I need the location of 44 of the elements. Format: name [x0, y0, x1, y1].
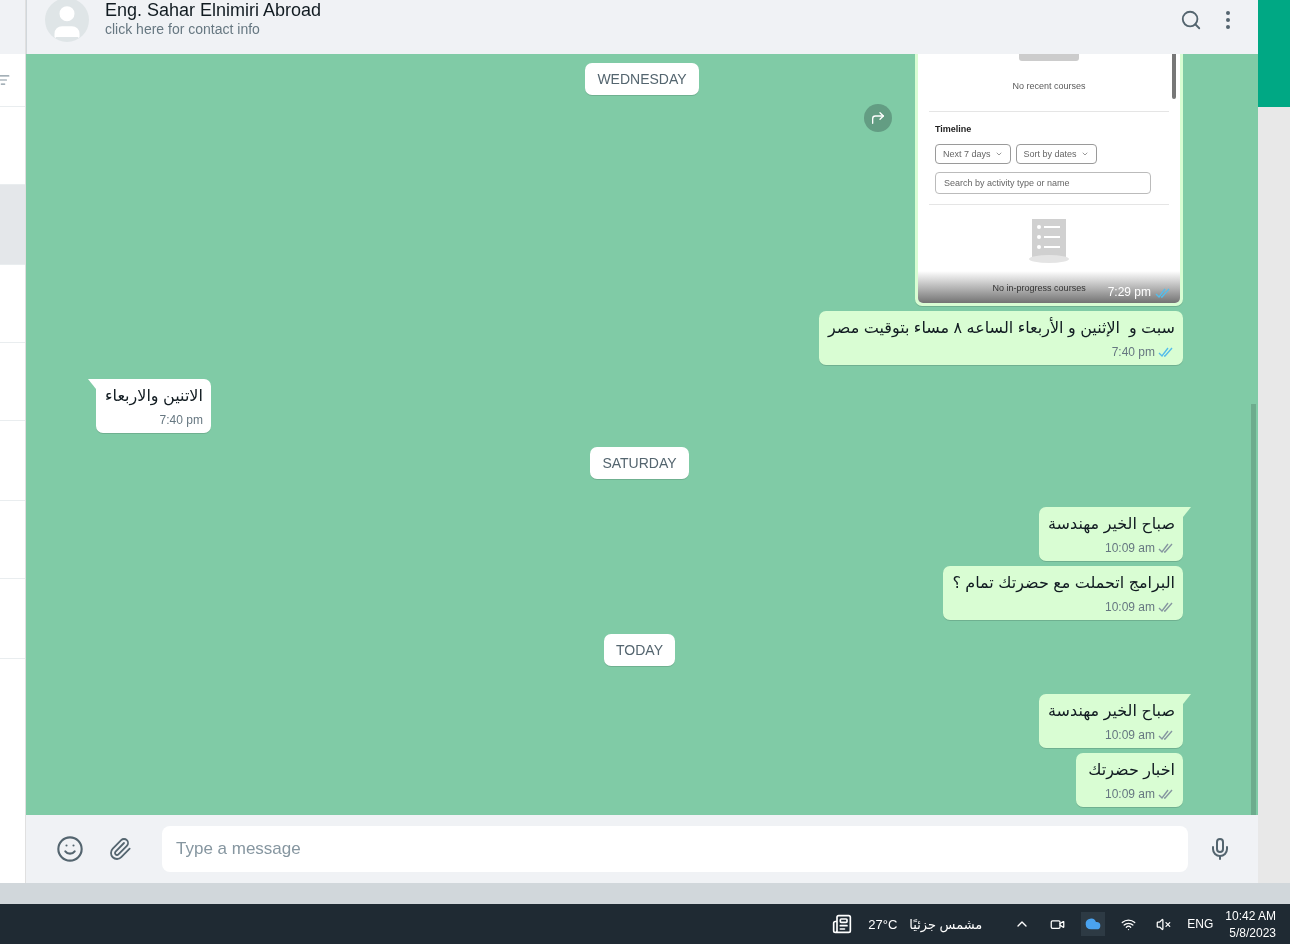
message-text: اخبار حضرتك: [1088, 760, 1175, 781]
message-time: 7:40 pm: [159, 413, 203, 427]
date-label: TODAY: [604, 634, 675, 666]
message-time: 10:09 am: [1104, 600, 1155, 614]
message-text: صباح الخير مهندسة: [1048, 514, 1175, 535]
message-time: 10:09 am: [1104, 787, 1155, 801]
message-time: 7:29 pm: [1107, 285, 1151, 299]
message-text: الاتنين والاربعاء: [105, 386, 203, 407]
chat-header[interactable]: Eng. Sahar Elnimiri Abroad click here for contact info: [26, 0, 1258, 54]
list-icon: [1029, 219, 1069, 263]
message-text: سبت و الإثنين و الأربعاء الساعه ٨ مساء بتوقيت مصر: [827, 317, 1175, 339]
double-check-icon: [1158, 788, 1175, 800]
message-time: 10:09 am: [1104, 728, 1155, 742]
menu-icon: [1226, 11, 1230, 29]
smiley-icon: [56, 835, 84, 863]
forward-icon: [870, 110, 886, 126]
double-check-icon: [1158, 729, 1175, 741]
message-text: صباح الخير مهندسة: [1048, 701, 1175, 722]
empty-progress-text: No in-progress courses: [992, 283, 1086, 293]
cloud-icon[interactable]: [1081, 912, 1106, 936]
language-indicator[interactable]: ENG: [1187, 917, 1214, 931]
contact-name: Eng. Sahar Elnimiri Abroad: [105, 0, 323, 21]
weather-text[interactable]: مشمس جزئيًا: [909, 916, 983, 932]
double-check-icon: [1158, 601, 1175, 613]
message-input[interactable]: Type a message: [162, 826, 1188, 872]
temperature-text[interactable]: 27°C: [868, 916, 898, 932]
search-icon: [1180, 9, 1202, 31]
chevron-icon: [1080, 150, 1089, 158]
date-label: WEDNESDAY: [585, 63, 699, 95]
message-time: 7:40 pm: [1111, 345, 1155, 359]
clock[interactable]: 10:42 AM 5/8/2023: [1225, 908, 1276, 940]
double-check-icon: [1155, 288, 1172, 299]
section-title: Timeline: [935, 124, 973, 134]
double-check-icon: [1158, 346, 1175, 358]
double-check-icon: [1158, 542, 1175, 554]
avatar-icon: [45, 0, 89, 42]
chevron-icon: [994, 150, 1003, 158]
date-label: SATURDAY: [590, 447, 689, 479]
contact-info-link[interactable]: click here for contact info: [105, 20, 1160, 37]
message-text: البرامج اتحملت مع حضرتك تمام ؟: [952, 573, 1175, 594]
forward-button[interactable]: [864, 104, 892, 132]
message-time: 10:09 am: [1104, 541, 1155, 555]
paperclip-icon: [108, 837, 132, 861]
empty-courses-text: No recent courses: [1012, 81, 1086, 91]
